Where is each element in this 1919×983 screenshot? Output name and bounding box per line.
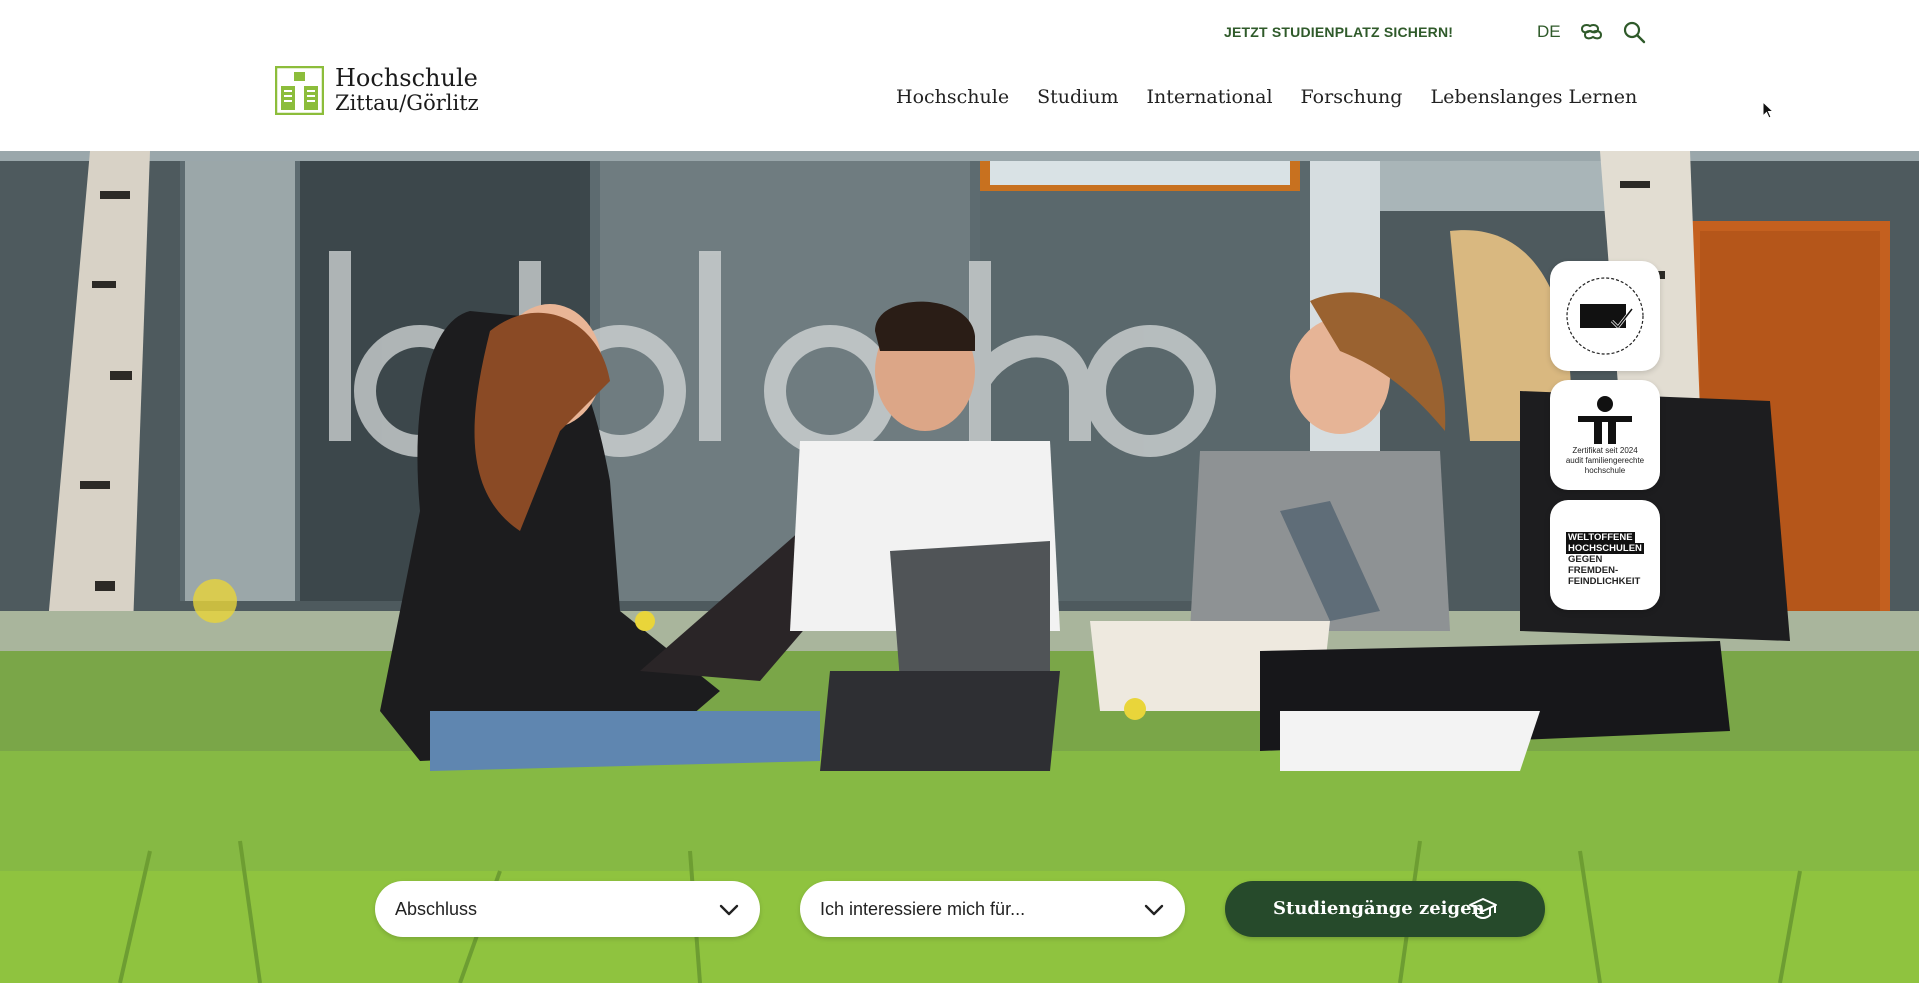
logo-wordmark: Hochschule Zittau/Görlitz [335, 66, 479, 114]
university-logo[interactable]: Hochschule Zittau/Görlitz [275, 66, 505, 116]
familiengerechte-caption-line-1: Zertifikat seit 2024 [1572, 446, 1638, 455]
interest-select[interactable]: Ich interessiere mich für... [800, 881, 1185, 937]
search-icon[interactable] [1622, 20, 1646, 44]
site-header: JETZT STUDIENPLATZ SICHERN! DE Hochschul… [0, 0, 1919, 151]
badge-system-akkreditiert[interactable] [1550, 261, 1660, 371]
nav-item-international[interactable]: International [1146, 86, 1272, 108]
language-switch[interactable]: DE [1537, 22, 1561, 42]
main-navigation: Hochschule Studium International Forschu… [896, 86, 1665, 108]
familiengerechte-caption-line-3: hochschule [1584, 466, 1626, 475]
logo-line-2: Zittau/Görlitz [335, 91, 479, 115]
badge-familiengerechte-hochschule[interactable]: Zertifikat seit 2024 audit familiengerec… [1550, 380, 1660, 490]
weltoffene-line-3: GEGEN FREMDEN- [1568, 554, 1619, 576]
weltoffene-line-1: WELTOFFENE [1566, 532, 1635, 543]
nav-item-hochschule[interactable]: Hochschule [896, 86, 1009, 108]
weltoffene-line-2: HOCHSCHULEN [1566, 543, 1644, 554]
hero-section: Zertifikat seit 2024 audit familiengerec… [0, 151, 1919, 983]
interest-select-value: Ich interessiere mich für... [820, 899, 1026, 919]
familiengerechte-caption-line-2: audit familiengerechte [1565, 456, 1645, 465]
nav-item-studium[interactable]: Studium [1037, 86, 1118, 108]
weltoffene-line-4: FEINDLICHKEIT [1568, 576, 1641, 587]
nav-item-lebenslanges-lernen[interactable]: Lebenslanges Lernen [1430, 86, 1637, 108]
logo-mark-icon [275, 66, 324, 115]
easy-language-icon[interactable] [1578, 21, 1604, 43]
mouse-cursor-icon [1762, 101, 1774, 119]
chevron-down-icon [1144, 904, 1164, 916]
show-programs-label: Studiengänge zeigen [1273, 898, 1485, 919]
chevron-down-icon [719, 904, 739, 916]
degree-select[interactable]: Abschluss [375, 881, 760, 937]
logo-line-1: Hochschule [335, 64, 478, 92]
graduation-cap-icon [1469, 898, 1497, 919]
weltoffene-hochschulen-icon: WELTOFFENE HOCHSCHULEN GEGEN FREMDEN- FE… [1566, 532, 1652, 587]
system-akkreditiert-seal-icon [1566, 277, 1644, 355]
apply-now-link[interactable]: JETZT STUDIENPLATZ SICHERN! [1224, 24, 1453, 40]
familiengerechte-caption: Zertifikat seit 2024 audit familiengerec… [1558, 446, 1652, 476]
nav-item-forschung[interactable]: Forschung [1301, 86, 1403, 108]
badge-weltoffene-hochschulen[interactable]: WELTOFFENE HOCHSCHULEN GEGEN FREMDEN- FE… [1550, 500, 1660, 610]
show-programs-button[interactable]: Studiengänge zeigen [1225, 881, 1545, 937]
degree-select-value: Abschluss [395, 899, 478, 919]
